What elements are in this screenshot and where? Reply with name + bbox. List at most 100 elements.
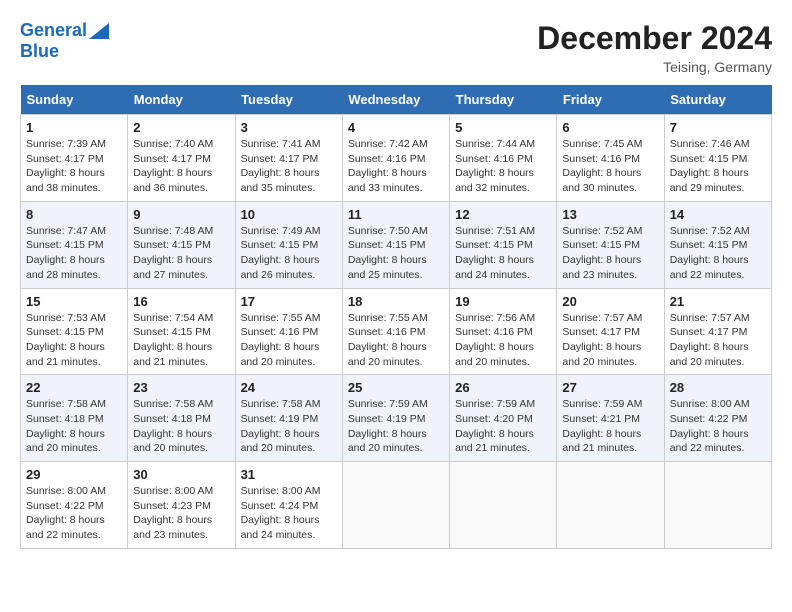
day-info: Sunrise: 7:44 AM Sunset: 4:16 PM Dayligh… bbox=[455, 137, 551, 196]
day-info: Sunrise: 7:57 AM Sunset: 4:17 PM Dayligh… bbox=[670, 311, 766, 370]
sunset-label: Sunset: 4:19 PM bbox=[348, 413, 426, 425]
day-number: 8 bbox=[26, 207, 122, 222]
daylight-label: Daylight: 8 hours and 20 minutes. bbox=[241, 341, 320, 368]
day-info: Sunrise: 7:47 AM Sunset: 4:15 PM Dayligh… bbox=[26, 224, 122, 283]
day-number: 2 bbox=[133, 120, 229, 135]
calendar-cell: 24 Sunrise: 7:58 AM Sunset: 4:19 PM Dayl… bbox=[235, 375, 342, 462]
sunset-label: Sunset: 4:15 PM bbox=[670, 239, 748, 251]
column-header-saturday: Saturday bbox=[664, 85, 771, 115]
sunrise-label: Sunrise: 7:39 AM bbox=[26, 138, 106, 150]
daylight-label: Daylight: 8 hours and 23 minutes. bbox=[133, 514, 212, 541]
calendar-cell: 28 Sunrise: 8:00 AM Sunset: 4:22 PM Dayl… bbox=[664, 375, 771, 462]
sunset-label: Sunset: 4:15 PM bbox=[133, 239, 211, 251]
daylight-label: Daylight: 8 hours and 22 minutes. bbox=[26, 514, 105, 541]
sunset-label: Sunset: 4:17 PM bbox=[26, 153, 104, 165]
sunset-label: Sunset: 4:20 PM bbox=[455, 413, 533, 425]
sunrise-label: Sunrise: 7:50 AM bbox=[348, 225, 428, 237]
sunrise-label: Sunrise: 7:52 AM bbox=[562, 225, 642, 237]
day-number: 9 bbox=[133, 207, 229, 222]
daylight-label: Daylight: 8 hours and 28 minutes. bbox=[26, 254, 105, 281]
daylight-label: Daylight: 8 hours and 29 minutes. bbox=[670, 167, 749, 194]
calendar-cell: 3 Sunrise: 7:41 AM Sunset: 4:17 PM Dayli… bbox=[235, 115, 342, 202]
day-info: Sunrise: 7:59 AM Sunset: 4:21 PM Dayligh… bbox=[562, 397, 658, 456]
calendar-cell: 27 Sunrise: 7:59 AM Sunset: 4:21 PM Dayl… bbox=[557, 375, 664, 462]
column-header-tuesday: Tuesday bbox=[235, 85, 342, 115]
sunset-label: Sunset: 4:16 PM bbox=[562, 153, 640, 165]
day-info: Sunrise: 7:59 AM Sunset: 4:19 PM Dayligh… bbox=[348, 397, 444, 456]
sunrise-label: Sunrise: 7:53 AM bbox=[26, 312, 106, 324]
daylight-label: Daylight: 8 hours and 21 minutes. bbox=[562, 428, 641, 455]
sunset-label: Sunset: 4:15 PM bbox=[562, 239, 640, 251]
sunset-label: Sunset: 4:24 PM bbox=[241, 500, 319, 512]
sunrise-label: Sunrise: 7:55 AM bbox=[348, 312, 428, 324]
calendar-cell bbox=[342, 462, 449, 549]
sunrise-label: Sunrise: 7:46 AM bbox=[670, 138, 750, 150]
calendar-cell: 25 Sunrise: 7:59 AM Sunset: 4:19 PM Dayl… bbox=[342, 375, 449, 462]
sunrise-label: Sunrise: 7:54 AM bbox=[133, 312, 213, 324]
day-number: 23 bbox=[133, 380, 229, 395]
day-number: 26 bbox=[455, 380, 551, 395]
daylight-label: Daylight: 8 hours and 20 minutes. bbox=[670, 341, 749, 368]
sunrise-label: Sunrise: 7:59 AM bbox=[455, 398, 535, 410]
day-info: Sunrise: 7:42 AM Sunset: 4:16 PM Dayligh… bbox=[348, 137, 444, 196]
calendar-cell: 7 Sunrise: 7:46 AM Sunset: 4:15 PM Dayli… bbox=[664, 115, 771, 202]
calendar-header-row: SundayMondayTuesdayWednesdayThursdayFrid… bbox=[21, 85, 772, 115]
day-info: Sunrise: 7:54 AM Sunset: 4:15 PM Dayligh… bbox=[133, 311, 229, 370]
calendar-cell: 12 Sunrise: 7:51 AM Sunset: 4:15 PM Dayl… bbox=[450, 201, 557, 288]
sunrise-label: Sunrise: 7:40 AM bbox=[133, 138, 213, 150]
calendar-cell: 5 Sunrise: 7:44 AM Sunset: 4:16 PM Dayli… bbox=[450, 115, 557, 202]
daylight-label: Daylight: 8 hours and 20 minutes. bbox=[455, 341, 534, 368]
sunset-label: Sunset: 4:17 PM bbox=[670, 326, 748, 338]
calendar-cell bbox=[557, 462, 664, 549]
title-block: December 2024 Teising, Germany bbox=[537, 20, 772, 75]
daylight-label: Daylight: 8 hours and 22 minutes. bbox=[670, 254, 749, 281]
calendar-cell: 15 Sunrise: 7:53 AM Sunset: 4:15 PM Dayl… bbox=[21, 288, 128, 375]
calendar-week-row: 1 Sunrise: 7:39 AM Sunset: 4:17 PM Dayli… bbox=[21, 115, 772, 202]
calendar-table: SundayMondayTuesdayWednesdayThursdayFrid… bbox=[20, 85, 772, 549]
day-number: 22 bbox=[26, 380, 122, 395]
daylight-label: Daylight: 8 hours and 25 minutes. bbox=[348, 254, 427, 281]
sunrise-label: Sunrise: 7:58 AM bbox=[133, 398, 213, 410]
day-info: Sunrise: 7:58 AM Sunset: 4:18 PM Dayligh… bbox=[133, 397, 229, 456]
logo-text-blue: Blue bbox=[20, 41, 59, 62]
calendar-cell: 6 Sunrise: 7:45 AM Sunset: 4:16 PM Dayli… bbox=[557, 115, 664, 202]
sunrise-label: Sunrise: 7:45 AM bbox=[562, 138, 642, 150]
day-number: 21 bbox=[670, 294, 766, 309]
day-number: 7 bbox=[670, 120, 766, 135]
sunset-label: Sunset: 4:15 PM bbox=[241, 239, 319, 251]
sunrise-label: Sunrise: 7:47 AM bbox=[26, 225, 106, 237]
daylight-label: Daylight: 8 hours and 24 minutes. bbox=[455, 254, 534, 281]
location: Teising, Germany bbox=[537, 59, 772, 75]
calendar-cell: 16 Sunrise: 7:54 AM Sunset: 4:15 PM Dayl… bbox=[128, 288, 235, 375]
daylight-label: Daylight: 8 hours and 30 minutes. bbox=[562, 167, 641, 194]
day-number: 5 bbox=[455, 120, 551, 135]
day-info: Sunrise: 8:00 AM Sunset: 4:22 PM Dayligh… bbox=[26, 484, 122, 543]
day-number: 1 bbox=[26, 120, 122, 135]
daylight-label: Daylight: 8 hours and 20 minutes. bbox=[562, 341, 641, 368]
sunset-label: Sunset: 4:21 PM bbox=[562, 413, 640, 425]
day-number: 6 bbox=[562, 120, 658, 135]
sunrise-label: Sunrise: 7:51 AM bbox=[455, 225, 535, 237]
day-number: 19 bbox=[455, 294, 551, 309]
calendar-cell: 14 Sunrise: 7:52 AM Sunset: 4:15 PM Dayl… bbox=[664, 201, 771, 288]
calendar-cell: 26 Sunrise: 7:59 AM Sunset: 4:20 PM Dayl… bbox=[450, 375, 557, 462]
calendar-cell bbox=[450, 462, 557, 549]
day-number: 4 bbox=[348, 120, 444, 135]
sunrise-label: Sunrise: 7:44 AM bbox=[455, 138, 535, 150]
page-header: General Blue December 2024 Teising, Germ… bbox=[20, 20, 772, 75]
day-info: Sunrise: 7:48 AM Sunset: 4:15 PM Dayligh… bbox=[133, 224, 229, 283]
sunset-label: Sunset: 4:17 PM bbox=[133, 153, 211, 165]
calendar-cell bbox=[664, 462, 771, 549]
calendar-cell: 18 Sunrise: 7:55 AM Sunset: 4:16 PM Dayl… bbox=[342, 288, 449, 375]
daylight-label: Daylight: 8 hours and 24 minutes. bbox=[241, 514, 320, 541]
calendar-cell: 4 Sunrise: 7:42 AM Sunset: 4:16 PM Dayli… bbox=[342, 115, 449, 202]
day-number: 24 bbox=[241, 380, 337, 395]
day-info: Sunrise: 8:00 AM Sunset: 4:22 PM Dayligh… bbox=[670, 397, 766, 456]
sunrise-label: Sunrise: 7:52 AM bbox=[670, 225, 750, 237]
sunset-label: Sunset: 4:19 PM bbox=[241, 413, 319, 425]
calendar-cell: 19 Sunrise: 7:56 AM Sunset: 4:16 PM Dayl… bbox=[450, 288, 557, 375]
calendar-cell: 20 Sunrise: 7:57 AM Sunset: 4:17 PM Dayl… bbox=[557, 288, 664, 375]
sunrise-label: Sunrise: 7:57 AM bbox=[670, 312, 750, 324]
day-number: 18 bbox=[348, 294, 444, 309]
daylight-label: Daylight: 8 hours and 33 minutes. bbox=[348, 167, 427, 194]
